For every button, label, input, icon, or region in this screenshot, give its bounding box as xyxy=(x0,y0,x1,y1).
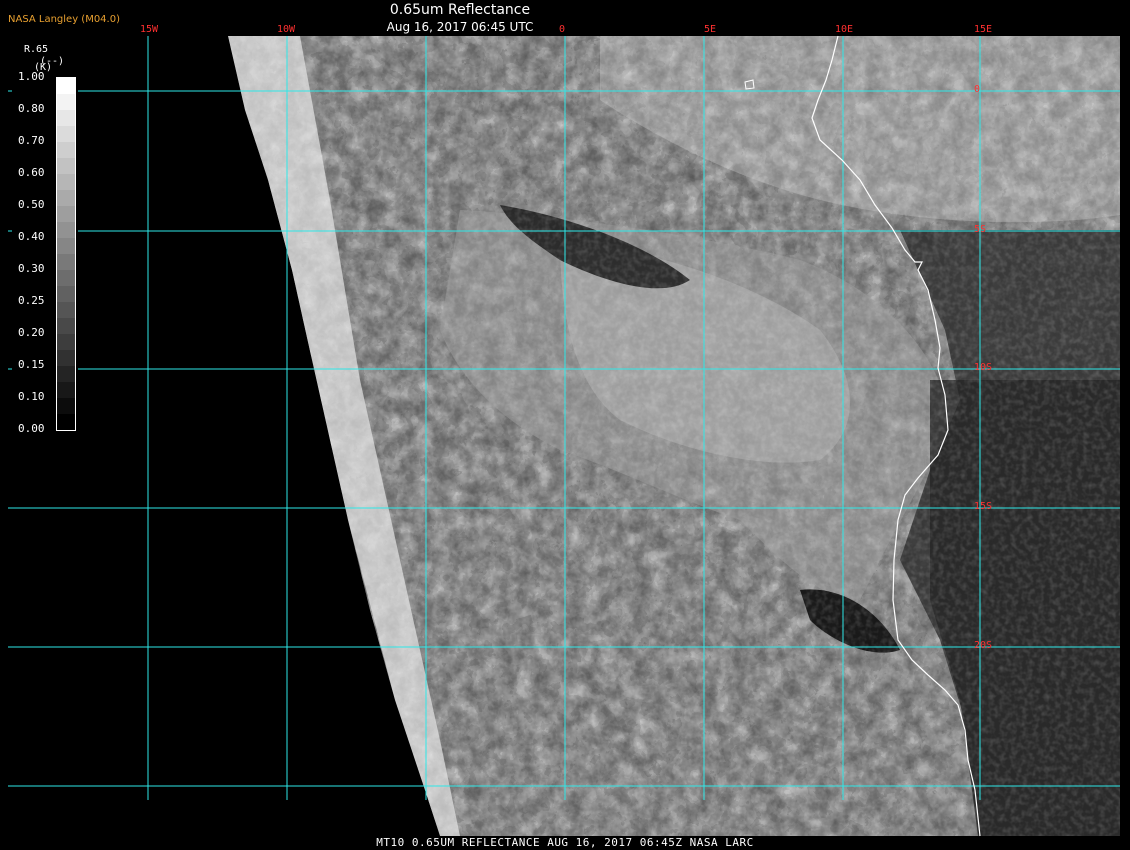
legend-swatch xyxy=(57,318,75,334)
legend-swatch xyxy=(57,302,75,318)
legend-swatch xyxy=(57,158,75,174)
legend-swatch xyxy=(57,94,75,110)
legend-swatch xyxy=(57,190,75,206)
image-timestamp: Aug 16, 2017 06:45 UTC xyxy=(386,20,534,34)
lat-label-0: 0 xyxy=(974,84,981,95)
lon-label-5e: 5E xyxy=(704,24,717,35)
lon-label-0: 0 xyxy=(559,24,566,35)
legend-swatch xyxy=(57,222,75,238)
lat-label-20s: 20S xyxy=(974,640,993,651)
legend-tick: 0.15 xyxy=(18,358,45,371)
legend-tick: 0.00 xyxy=(18,422,45,435)
legend-colorbar xyxy=(56,77,76,431)
legend-swatch xyxy=(57,398,75,414)
legend-tick: 0.50 xyxy=(18,198,45,211)
satellite-map xyxy=(0,0,1130,850)
legend-swatch xyxy=(57,142,75,158)
legend-swatch xyxy=(57,78,75,94)
legend-tick: 0.20 xyxy=(18,326,45,339)
legend-tick: 0.25 xyxy=(18,294,45,307)
legend-swatch xyxy=(57,334,75,350)
lat-label-5s: 5S xyxy=(974,224,987,235)
lon-label-10e: 10E xyxy=(835,24,854,35)
legend-swatch xyxy=(57,110,75,126)
legend-swatch xyxy=(57,254,75,270)
legend-tick: 1.00 xyxy=(18,70,45,83)
lat-label-10s: 10S xyxy=(974,362,993,373)
legend-tick: 0.60 xyxy=(18,166,45,179)
legend-tick: 0.30 xyxy=(18,262,45,275)
legend-swatch xyxy=(57,126,75,142)
legend-swatch xyxy=(57,238,75,254)
legend-swatch xyxy=(57,270,75,286)
legend-tick: 0.70 xyxy=(18,134,45,147)
footer-caption: MT10 0.65UM REFLECTANCE AUG 16, 2017 06:… xyxy=(376,836,754,849)
lon-label-15w: 15W xyxy=(140,24,159,35)
legend-tick: 0.40 xyxy=(18,230,45,243)
image-title: 0.65um Reflectance xyxy=(389,2,531,18)
lat-label-15s: 15S xyxy=(974,501,993,512)
legend-swatch xyxy=(57,206,75,222)
lon-label-10w: 10W xyxy=(277,24,296,35)
legend-swatch xyxy=(57,414,75,430)
legend-swatch xyxy=(57,174,75,190)
legend-tick: 0.80 xyxy=(18,102,45,115)
legend-swatch xyxy=(57,366,75,382)
lon-label-15e: 15E xyxy=(974,24,993,35)
legend-swatch xyxy=(57,382,75,398)
legend-tick: 0.10 xyxy=(18,390,45,403)
legend-swatch xyxy=(57,350,75,366)
legend-title: R.65 xyxy=(24,44,49,55)
legend-swatch xyxy=(57,286,75,302)
